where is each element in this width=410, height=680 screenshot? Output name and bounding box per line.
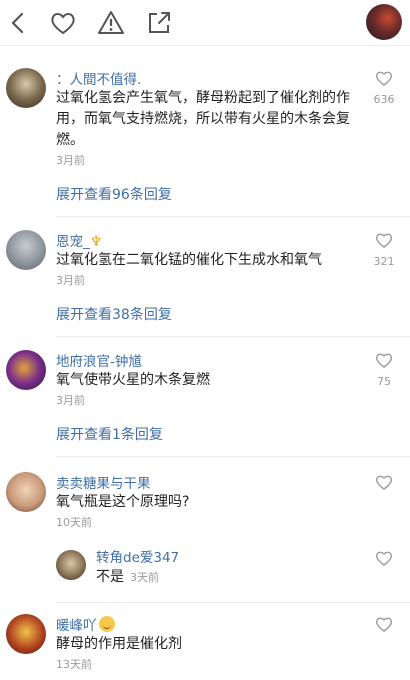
divider	[56, 602, 410, 603]
heart-icon[interactable]	[48, 8, 78, 38]
smile-icon	[98, 616, 115, 632]
like-count: 636	[373, 93, 395, 106]
expand-replies-link[interactable]: 展开查看1条回复	[56, 424, 163, 444]
top-bar	[0, 0, 410, 46]
warning-icon[interactable]	[96, 8, 126, 38]
like-button[interactable]: 636	[372, 70, 396, 106]
username[interactable]: 暖峰吖	[56, 614, 115, 634]
comment-text: 氧气瓶是这个原理吗?	[56, 494, 190, 510]
avatar[interactable]	[6, 472, 46, 512]
divider	[56, 456, 410, 457]
username-text: 恩宠_	[56, 234, 90, 250]
timestamp: 10天前	[56, 516, 92, 529]
like-count: 75	[377, 375, 391, 388]
timestamp: 3月前	[56, 154, 85, 167]
trident-icon: ♆	[89, 234, 103, 250]
username[interactable]: 卖卖糖果与干果	[56, 472, 151, 492]
like-button[interactable]: 75	[372, 352, 396, 388]
avatar[interactable]	[56, 550, 86, 580]
expand-replies-link[interactable]: 展开查看38条回复	[56, 304, 172, 324]
back-icon[interactable]	[4, 8, 34, 38]
reply-timestamp: 3天前	[130, 571, 159, 584]
comment-text: 过氧化氢会产生氧气，酵母粉起到了催化剂的作用，而氧气支持燃烧，所以带有火星的木条…	[56, 90, 350, 148]
comment-text: 过氧化氢在二氧化锰的催化下生成水和氧气	[56, 252, 322, 268]
username-text: 暖峰吖	[56, 618, 97, 634]
heart-icon	[375, 353, 393, 368]
username[interactable]: 地府浪官-钟馗	[56, 350, 142, 370]
heart-icon	[375, 233, 393, 248]
like-button[interactable]: 321	[372, 232, 396, 268]
heart-icon	[375, 475, 393, 490]
avatar[interactable]	[6, 230, 46, 270]
divider	[56, 216, 410, 217]
heart-icon	[375, 551, 393, 566]
comment-text: 氧气使带火星的木条复燃	[56, 372, 210, 388]
like-button[interactable]	[372, 616, 396, 632]
avatar[interactable]	[366, 4, 402, 40]
comment-text: 酵母的作用是催化剂	[56, 636, 182, 652]
timestamp: 3月前	[56, 394, 85, 407]
like-count: 321	[373, 255, 395, 268]
heart-icon	[375, 71, 393, 86]
reply-content: 不是	[96, 569, 124, 585]
heart-icon	[375, 617, 393, 632]
username[interactable]: 恩宠_♆	[56, 230, 102, 250]
like-button[interactable]	[372, 474, 396, 490]
share-icon[interactable]	[144, 8, 174, 38]
expand-replies-link[interactable]: 展开查看96条回复	[56, 184, 172, 204]
like-button[interactable]	[372, 550, 396, 566]
reply-text: 不是 3天前	[96, 566, 159, 586]
divider	[56, 336, 410, 337]
avatar[interactable]	[6, 614, 46, 654]
timestamp: 13天前	[56, 658, 92, 671]
username[interactable]: ：人間不值得.	[56, 68, 141, 88]
reply-username[interactable]: 转角de爱347	[96, 546, 179, 566]
avatar[interactable]	[6, 68, 46, 108]
timestamp: 3月前	[56, 274, 85, 287]
avatar[interactable]	[6, 350, 46, 390]
